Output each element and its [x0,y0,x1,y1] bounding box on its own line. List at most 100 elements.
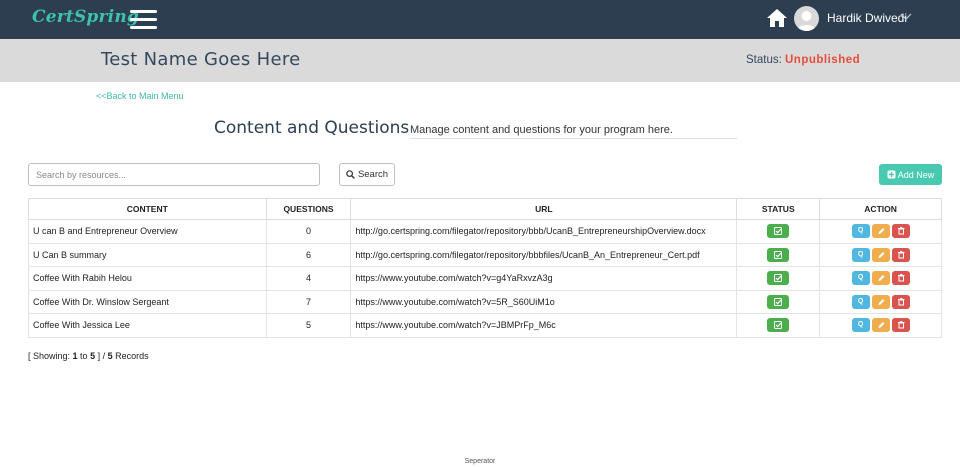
trash-icon [897,297,905,306]
cell-status [736,242,821,267]
delete-button[interactable] [891,247,910,262]
cell-url: http://go.certspring.com/filegator/repos… [350,219,738,244]
table-row: Coffee With Jessica Lee 5 https://www.yout… [28,313,942,338]
delete-button[interactable] [891,294,910,309]
search-icon [346,170,355,179]
footer-separator: Seperator [464,458,496,465]
search-input[interactable] [28,163,320,186]
search-button[interactable]: Search [339,163,395,186]
questions-button[interactable]: Q [851,224,870,239]
cell-status [736,313,821,338]
pencil-icon [878,298,885,305]
table-header-row: CONTENT QUESTIONS URL STATUS ACTION [28,198,942,220]
back-to-main-menu-link[interactable]: <<Back to Main Menu [96,91,184,101]
cell-action: Q [819,289,942,314]
delete-button[interactable] [891,271,910,286]
records-prefix: [ Showing: [28,351,73,361]
publish-toggle-button[interactable] [767,294,790,309]
cell-action: Q [819,266,942,291]
cell-status [736,219,821,244]
user-name[interactable]: Hardik Dwivedi [827,11,907,25]
cell-action: Q [819,242,942,267]
cell-content: Coffee With Rabih Helou [28,266,267,291]
records-mid: ] / [95,351,108,361]
cell-questions: 5 [265,313,352,338]
cell-action: Q [819,219,942,244]
cell-questions: 6 [265,242,352,267]
table-row: U Can B summary 6 http://go.certspring.com… [28,242,942,267]
check-square-icon [774,227,783,236]
search-button-label: Search [357,169,389,180]
cell-content: U can B and Entrepreneur Overview [28,219,267,244]
title-strip: Test Name Goes Here Status: Unpublished [0,39,960,82]
logo[interactable]: CertSpring [32,7,139,27]
check-square-icon [774,250,783,259]
cell-content: Coffee With Jessica Lee [28,313,267,338]
top-navbar: CertSpring Hardik Dwivedi [0,0,960,39]
avatar[interactable] [794,6,819,31]
pencil-icon [878,251,885,258]
status-badge: Unpublished [785,54,861,66]
trash-icon [897,274,905,282]
add-new-label: Add New [897,169,935,180]
questions-button[interactable]: Q [851,247,870,262]
content-table: CONTENT QUESTIONS URL STATUS ACTION U ca… [28,198,942,338]
cell-status [736,266,821,291]
cell-url: http://go.certspring.com/filegator/repos… [350,242,738,267]
check-square-icon [774,274,783,283]
pencil-icon [878,322,885,329]
cell-url: https://www.youtube.com/watch?v=JBMPrFp_… [350,313,738,338]
records-to-word: to [77,351,91,361]
cell-questions: 0 [265,219,352,244]
publish-toggle-button[interactable] [767,318,790,333]
trash-icon [897,321,905,329]
publish-toggle-button[interactable] [767,247,790,262]
column-header-questions[interactable]: QUESTIONS [265,198,352,220]
questions-button[interactable]: Q [851,294,870,309]
trash-icon [897,250,905,259]
add-new-button[interactable]: Add New [879,164,942,185]
edit-button[interactable] [871,318,890,333]
records-suffix: Records [112,351,149,361]
publish-toggle-button[interactable] [767,224,790,239]
section-title: Content and Questions [214,118,410,138]
page-title: Test Name Goes Here [101,49,301,70]
delete-button[interactable] [891,318,910,333]
edit-button[interactable] [871,294,890,309]
edit-button[interactable] [871,247,890,262]
cell-questions: 7 [265,289,352,314]
cell-status [736,289,821,314]
cell-action: Q [819,313,942,338]
table-row: Coffee With Dr. Winslow Sergeant 7 https:/… [28,289,942,314]
user-icon [797,11,816,31]
column-header-content[interactable]: CONTENT [28,198,267,220]
plus-square-icon [887,170,896,179]
home-icon[interactable] [766,8,788,28]
check-square-icon [774,321,783,330]
publish-toggle-button[interactable] [767,271,790,286]
section-header: Content and Questions [214,118,409,138]
cell-url: https://www.youtube.com/watch?v=5R_S60Ui… [350,289,738,314]
questions-button[interactable]: Q [851,318,870,333]
column-header-url[interactable]: URL [350,198,738,220]
cell-questions: 4 [265,266,352,291]
edit-button[interactable] [871,224,890,239]
records-summary: [ Showing: 1 to 5 ] / 5 Records [28,351,149,361]
hamburger-icon[interactable] [130,10,157,29]
cell-url: https://www.youtube.com/watch?v=g4YaRxvz… [350,266,738,291]
trash-icon [897,227,905,235]
questions-button[interactable]: Q [851,271,870,286]
column-header-action: ACTION [819,198,942,220]
section-subtitle: Manage content and questions for your pr… [410,124,737,139]
cell-content: U Can B summary [28,242,267,267]
delete-button[interactable] [891,224,910,239]
table-row: Coffee With Rabih Helou 4 https://www.yout… [28,266,942,291]
chevron-down-icon[interactable] [900,12,912,22]
column-header-status[interactable]: STATUS [736,198,821,220]
pencil-icon [878,275,885,282]
status-indicator: Status: Unpublished [746,54,860,66]
table-row: U can B and Entrepreneur Overview 0 http:/… [28,219,942,244]
edit-button[interactable] [871,271,890,286]
status-label: Status: [746,54,785,66]
pencil-icon [878,228,885,235]
